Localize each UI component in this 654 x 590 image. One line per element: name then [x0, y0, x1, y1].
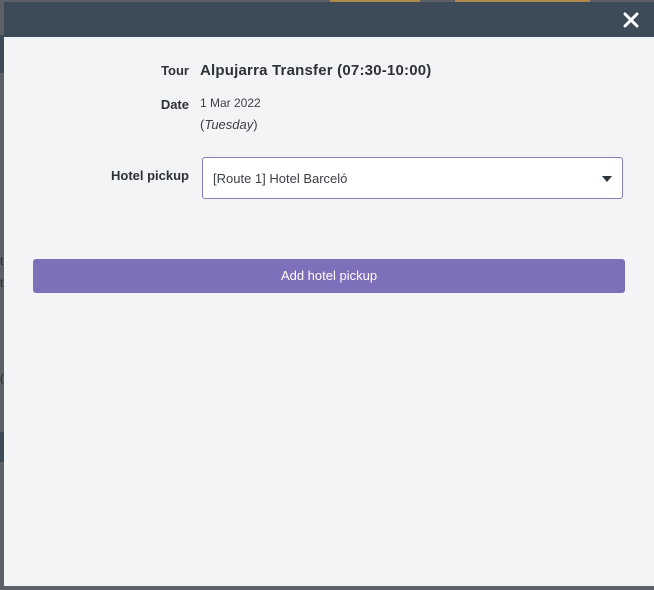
add-hotel-pickup-button[interactable]: Add hotel pickup: [33, 259, 625, 293]
hotel-pickup-select[interactable]: [Route 1] Hotel Barceló: [202, 157, 623, 199]
tour-value: Alpujarra Transfer (07:30-10:00): [200, 62, 432, 79]
date-label: Date: [160, 97, 189, 112]
date-value: 1 Mar 2022: [200, 96, 261, 110]
date-weekday: (Tuesday): [200, 117, 258, 132]
modal-header: [4, 2, 654, 37]
caret-down-icon: [602, 176, 612, 182]
tour-label: Tour: [161, 63, 189, 78]
hotel-pickup-selected-value: [Route 1] Hotel Barceló: [213, 171, 348, 186]
hotel-pickup-label: Hotel pickup: [110, 168, 189, 183]
background-text: t: [0, 276, 4, 290]
hotel-pickup-modal: Tour Alpujarra Transfer (07:30-10:00) Da…: [4, 2, 654, 586]
background-text: t: [0, 254, 4, 268]
close-icon[interactable]: [622, 11, 640, 29]
